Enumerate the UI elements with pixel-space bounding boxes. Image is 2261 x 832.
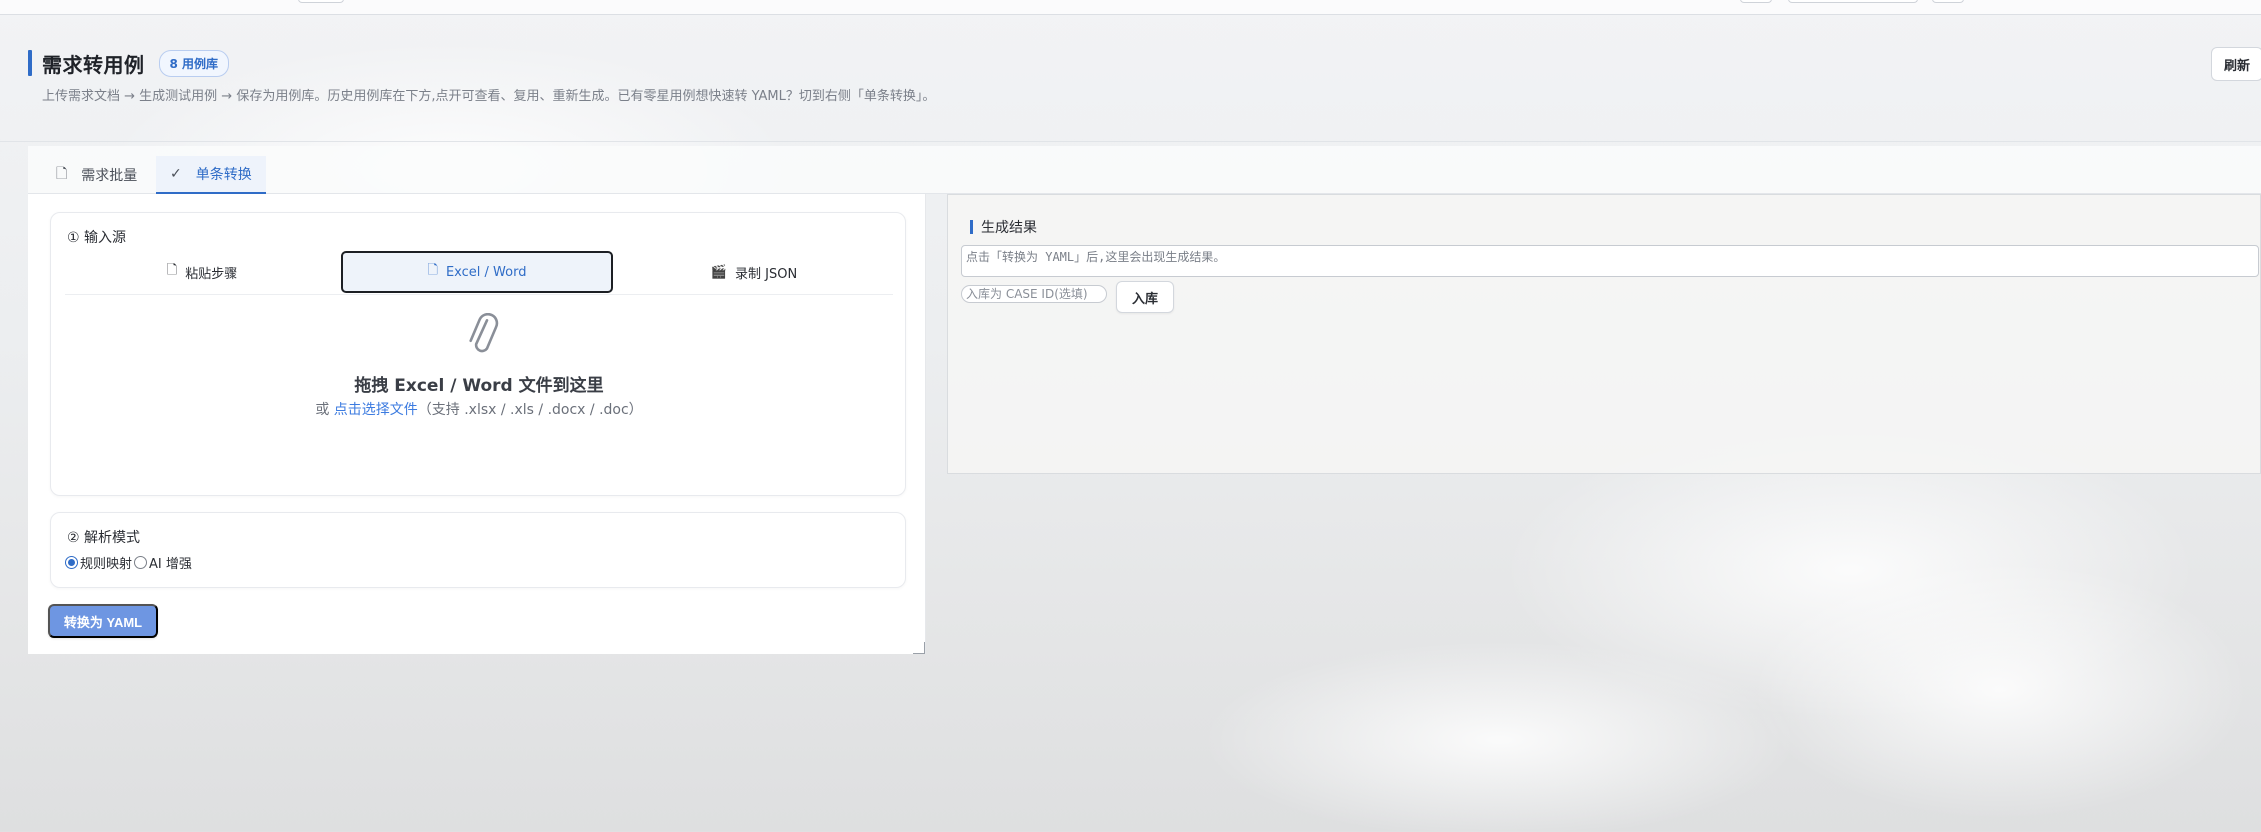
source-tab-label: 粘贴步骤 [185, 266, 238, 282]
store-to-library-button[interactable]: 入库 [1116, 281, 1174, 313]
clapperboard-icon: 🎬 [710, 264, 727, 280]
toolbar-select-stub[interactable] [1788, 0, 1918, 3]
radio-label-ai-enhanced[interactable]: AI 增强 [149, 553, 192, 572]
radio-label-rule-mapping[interactable]: 规则映射 [80, 553, 132, 572]
source-tab-paste-steps[interactable]: 🗋 粘贴步骤 [65, 251, 339, 293]
source-tab-label: Excel / Word [445, 264, 527, 280]
header-divider [0, 141, 2261, 142]
dropzone-title: 拖拽 Excel / Word 文件到这里 [354, 376, 604, 396]
case-library-count-badge: 8 用例库 [158, 49, 230, 77]
tab-batch-requirements[interactable]: 🗋 需求批量 [42, 156, 151, 194]
toolbar-button-stub[interactable] [1740, 0, 1772, 3]
result-title-row: 生成结果 [970, 217, 1037, 237]
choose-file-link[interactable]: 点击选择文件 [334, 402, 418, 418]
main-panel: 🗋 需求批量 ✓ 单条转换 ① 输入源 🗋 粘贴步骤 🗋 Excel / Wor… [28, 146, 2261, 654]
background-cloud [1200, 640, 1800, 832]
input-source-title: ① 输入源 [67, 230, 127, 246]
document-icon: 🗋 [166, 263, 178, 278]
page-description: 上传需求文档 → 生成测试用例 → 保存为用例库。历史用例库在下方,点开可查看、… [42, 89, 936, 104]
dropzone-formats: （支持 .xlsx / .xls / .docx / .doc） [417, 402, 643, 418]
source-tabs: 🗋 粘贴步骤 🗋 Excel / Word 🎬 录制 JSON [65, 249, 893, 295]
file-dropzone[interactable]: 拖拽 Excel / Word 文件到这里 或 点击选择文件（支持 .xlsx … [65, 303, 893, 483]
page-title: 需求转用例 [42, 52, 145, 77]
title-row: 需求转用例 8 用例库 [28, 49, 2261, 77]
tab-label: 单条转换 [195, 167, 252, 183]
check-icon: ✓ [170, 166, 182, 182]
parse-mode-card: ② 解析模式 规则映射 AI 增强 [50, 512, 906, 588]
dropzone-subtitle: 或 点击选择文件（支持 .xlsx / .xls / .docx / .doc） [65, 399, 893, 419]
dropzone-prefix: 或 [315, 402, 334, 418]
source-tab-label: 录制 JSON [735, 266, 798, 282]
result-title: 生成结果 [981, 220, 1037, 236]
top-toolbar-strip [0, 0, 2261, 15]
page-header: 需求转用例 8 用例库 上传需求文档 → 生成测试用例 → 保存为用例库。历史用… [28, 47, 2261, 142]
parse-mode-options: 规则映射 AI 增强 [65, 553, 194, 572]
toolbar-button-stub[interactable] [298, 0, 344, 3]
source-tab-record-json[interactable]: 🎬 录制 JSON [615, 251, 893, 293]
input-source-card: ① 输入源 🗋 粘贴步骤 🗋 Excel / Word 🎬 录制 JSON 拖拽… [50, 212, 906, 496]
parse-mode-title: ② 解析模式 [67, 530, 141, 546]
mode-tabbar: 🗋 需求批量 ✓ 单条转换 [28, 146, 2261, 194]
tab-single-convert[interactable]: ✓ 单条转换 [156, 156, 266, 194]
resize-handle[interactable] [913, 642, 925, 654]
refresh-button[interactable]: 刷新 [2211, 47, 2261, 81]
paperclip-icon [469, 313, 499, 353]
document-icon: 🗋 [56, 166, 68, 182]
result-pane: 生成结果 点击「转换为 YAML」后,这里会出现生成结果。 入库为 CASE I… [947, 194, 2261, 474]
document-icon: 🗋 [427, 263, 438, 278]
radio-rule-mapping[interactable] [65, 556, 78, 569]
case-id-input[interactable]: 入库为 CASE ID(选填) [961, 285, 1107, 303]
left-pane: ① 输入源 🗋 粘贴步骤 🗋 Excel / Word 🎬 录制 JSON 拖拽… [28, 194, 926, 654]
toolbar-button-stub[interactable] [1932, 0, 1964, 3]
tab-label: 需求批量 [81, 168, 138, 184]
source-tab-excel-word[interactable]: 🗋 Excel / Word [341, 251, 613, 293]
title-accent-bar [28, 50, 32, 76]
result-accent-bar [970, 220, 973, 234]
yaml-result-textarea[interactable]: 点击「转换为 YAML」后,这里会出现生成结果。 [961, 245, 2259, 277]
radio-ai-enhanced[interactable] [134, 556, 148, 569]
convert-to-yaml-button[interactable]: 转换为 YAML [48, 604, 158, 638]
